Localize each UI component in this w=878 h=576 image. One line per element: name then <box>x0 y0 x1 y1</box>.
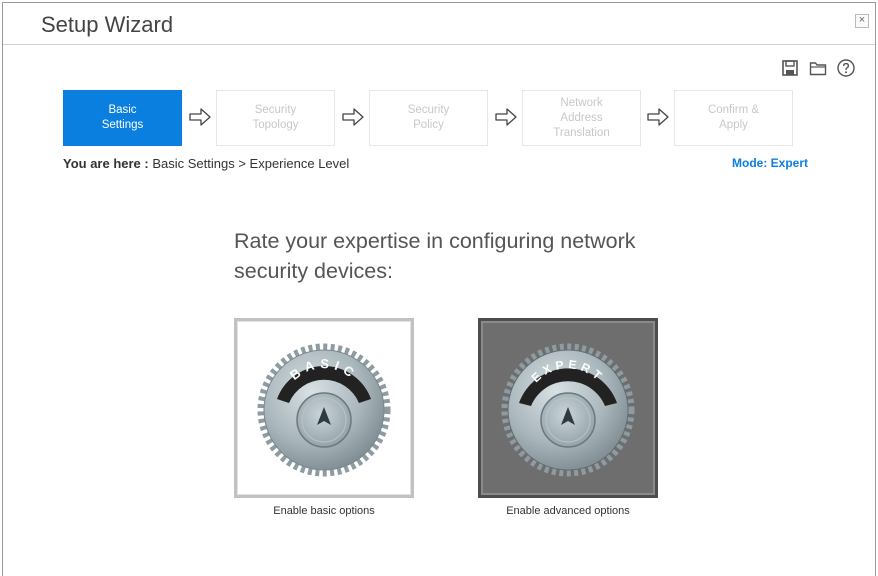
help-icon[interactable] <box>836 58 856 78</box>
basic-option-caption[interactable]: Enable basic options <box>234 505 414 517</box>
save-icon[interactable] <box>780 58 800 78</box>
title-bar: Setup Wizard × <box>3 3 875 45</box>
step-security-policy[interactable]: Security Policy <box>369 90 488 146</box>
breadcrumb-path: Basic Settings > Experience Level <box>152 156 350 171</box>
breadcrumb: You are here : Basic Settings > Experien… <box>63 156 349 171</box>
arrow-right-icon <box>189 108 211 126</box>
expert-option-caption[interactable]: Enable advanced options <box>478 505 658 517</box>
step-basic-settings[interactable]: Basic Settings <box>63 90 182 146</box>
step-security-topology[interactable]: Security Topology <box>216 90 335 146</box>
setup-wizard-window: Setup Wizard × <box>2 2 876 576</box>
arrow-right-icon <box>495 108 517 126</box>
expert-option-frame[interactable]: EXPERT <box>478 318 658 498</box>
window-title: Setup Wizard <box>41 12 174 37</box>
expert-option[interactable]: EXPERT Enable advanced options <box>478 318 658 517</box>
close-button[interactable]: × <box>855 14 869 28</box>
step-confirm-apply[interactable]: Confirm & Apply <box>674 90 793 146</box>
basic-option[interactable]: BASIC Enable basic options <box>234 318 414 517</box>
basic-option-frame[interactable]: BASIC <box>234 318 414 498</box>
toolbar <box>780 58 856 78</box>
mode-indicator: Mode: Expert <box>732 156 809 170</box>
step-network-address-translation[interactable]: Network Address Translation <box>522 90 641 146</box>
expert-dial-icon: EXPERT <box>501 343 635 477</box>
expertise-question: Rate your expertise in configuring netwo… <box>234 229 636 283</box>
arrow-right-icon <box>647 108 669 126</box>
arrow-right-icon <box>342 108 364 126</box>
basic-dial-icon: BASIC <box>257 343 391 477</box>
folder-icon[interactable] <box>808 58 828 78</box>
breadcrumb-prefix: You are here : <box>63 156 149 171</box>
